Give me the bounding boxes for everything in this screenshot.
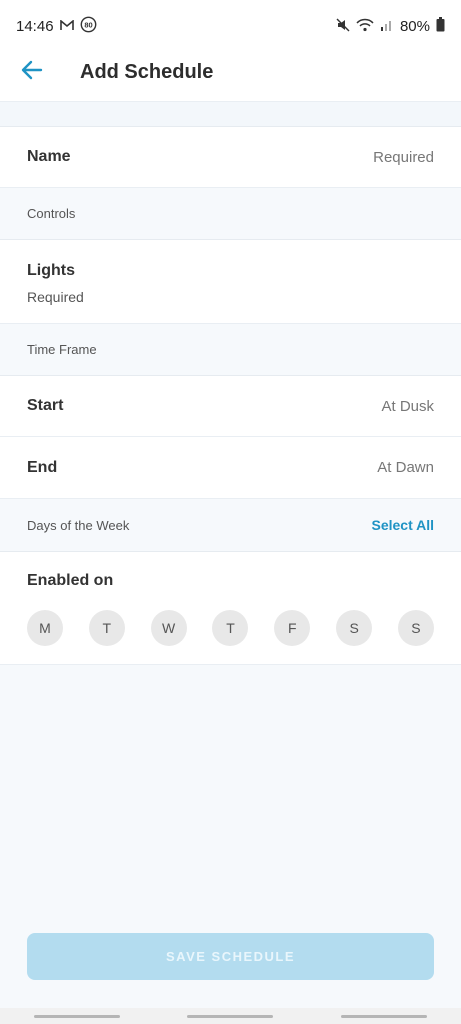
controls-section-label: Controls (27, 206, 76, 221)
system-nav-bar (0, 1008, 461, 1024)
battery-icon (436, 17, 445, 35)
day-toggle-friday[interactable]: F (274, 610, 311, 646)
end-value: At Dawn (377, 459, 434, 476)
enabled-on-label: Enabled on (27, 572, 114, 589)
nav-back-handle[interactable] (341, 1014, 428, 1018)
status-left: 14:46 80 (16, 16, 97, 36)
controls-section-header: Controls (0, 188, 461, 240)
select-all-button[interactable]: Select All (371, 517, 434, 533)
name-label: Name (27, 148, 71, 165)
start-value: At Dusk (381, 397, 434, 415)
day-toggle-monday[interactable]: M (27, 610, 63, 646)
day-toggle-saturday[interactable]: S (336, 610, 373, 646)
enabled-on-row: Enabled on (0, 552, 461, 665)
back-button[interactable] (4, 44, 60, 102)
lights-value: Required (27, 289, 84, 305)
time-frame-section-header: Time Frame (0, 324, 461, 376)
nav-recents-handle[interactable] (33, 1014, 120, 1018)
name-row[interactable]: Name Required (0, 127, 461, 188)
save-schedule-button[interactable]: SAVE SCHEDULE (27, 933, 434, 980)
lights-label: Lights (27, 262, 75, 279)
nav-home-handle[interactable] (187, 1014, 274, 1018)
day-selector: M T W T F S S (27, 610, 434, 646)
day-toggle-thursday[interactable]: T (212, 610, 249, 646)
signal-icon (380, 18, 394, 35)
days-section-header: Days of the Week Select All (0, 499, 461, 552)
mute-icon (336, 18, 350, 35)
day-toggle-sunday[interactable]: S (397, 610, 434, 646)
wifi-icon (356, 18, 374, 35)
day-toggle-tuesday[interactable]: T (88, 610, 125, 646)
page-title: Add Schedule (80, 61, 214, 83)
app-bar: Add Schedule (0, 44, 461, 102)
end-row[interactable]: End At Dawn (0, 437, 461, 499)
status-right: 80% (336, 17, 445, 35)
time-frame-section-label: Time Frame (27, 342, 97, 357)
day-toggle-wednesday[interactable]: W (150, 610, 187, 646)
name-field[interactable]: Required (373, 149, 434, 166)
top-spacer (0, 102, 461, 127)
lights-row[interactable]: Lights Required (0, 240, 461, 324)
badge-text: 80 (84, 21, 92, 30)
end-label: End (27, 458, 58, 476)
back-arrow-icon (21, 60, 43, 85)
start-row[interactable]: Start At Dusk (0, 376, 461, 437)
notification-badge-icon: 80 (80, 16, 97, 36)
battery-percent: 80% (399, 17, 430, 35)
gmail-icon (59, 18, 74, 34)
days-section-label: Days of the Week (27, 517, 130, 533)
start-label: Start (27, 397, 64, 414)
status-time: 14:46 (16, 17, 54, 35)
